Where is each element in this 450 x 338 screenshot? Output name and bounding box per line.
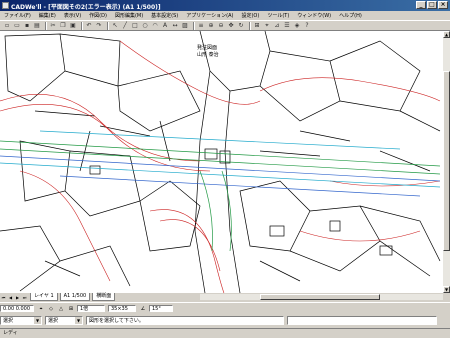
drawing-labels: 発注図面 山形 泰治	[197, 44, 219, 58]
angle-field[interactable]: 15°	[149, 305, 173, 312]
zoom-in-icon[interactable]: ⊕	[207, 22, 215, 30]
toolbar-separator	[193, 21, 195, 30]
next-sheet-icon[interactable]: ▶	[14, 294, 21, 301]
menu-help[interactable]: ヘルプ(H)	[335, 12, 366, 19]
paste-icon[interactable]: ▣	[69, 22, 77, 30]
print-icon[interactable]: ▤	[33, 22, 41, 30]
drawing-svg: 発注図面 山形 泰治	[0, 31, 441, 293]
chevron-down-icon[interactable]: ▼	[34, 317, 41, 324]
toolbar-separator	[249, 21, 251, 30]
menu-view[interactable]: 表示(V)	[60, 12, 85, 19]
sheet-tab-scale[interactable]: A1 1/500	[59, 293, 91, 301]
menu-bar: ファイル(F) 編集(E) 表示(V) 作図(D) 図形編集(M) 基本設定(S…	[0, 11, 450, 20]
save-icon[interactable]: ▪	[23, 22, 31, 30]
chevron-down-icon[interactable]: ▼	[75, 317, 82, 324]
size-field[interactable]: 35×35	[108, 305, 136, 312]
horizontal-scrollbar[interactable]	[200, 294, 443, 300]
copy-icon[interactable]: ❐	[59, 22, 67, 30]
measure-icon[interactable]: ⊿	[273, 22, 281, 30]
drawing-canvas[interactable]: 発注図面 山形 泰治	[0, 31, 443, 293]
prompt-text: 図形を選択して下さい。	[89, 318, 144, 324]
grid-icon[interactable]: ⊞	[253, 22, 261, 30]
prompt-field[interactable]: 図形を選択して下さい。	[86, 316, 284, 325]
title-bar: CADWe'll - [平面図その2(エラー表示) (A1 1/500)] _ …	[0, 0, 450, 11]
sheet-tab-section[interactable]: 横断面	[92, 293, 116, 301]
redraw-icon[interactable]: ↻	[237, 22, 245, 30]
symbol-icon[interactable]: ◈	[293, 22, 301, 30]
vertical-scrollbar[interactable]: ▲ ▼	[443, 31, 450, 293]
scroll-down-icon[interactable]: ▼	[443, 286, 450, 293]
line-icon[interactable]: ╱	[121, 22, 129, 30]
submode-dropdown[interactable]: 選択 ▼	[45, 316, 83, 325]
app-icon	[2, 2, 9, 9]
option-bar: 0.00 0.000 ⌖ ◇ △ ⊞ 1倍 35×35 ∠ 15°	[0, 302, 450, 314]
command-input[interactable]	[287, 316, 437, 325]
canvas-label-1: 発注図面	[197, 44, 217, 51]
status-bar: レディ	[0, 328, 450, 337]
command-bar: 選択 ▼ 選択 ▼ 図形を選択して下さい。	[0, 314, 450, 327]
maximize-button[interactable]: □	[427, 1, 437, 9]
scroll-up-icon[interactable]: ▲	[443, 31, 450, 38]
menu-file[interactable]: ファイル(F)	[0, 12, 35, 19]
prev-sheet-icon[interactable]: ◀	[7, 294, 14, 301]
rect-icon[interactable]: □	[131, 22, 139, 30]
undo-icon[interactable]: ↶	[85, 22, 93, 30]
pan-icon[interactable]: ✥	[227, 22, 235, 30]
snap-icon[interactable]: ⌖	[263, 22, 271, 30]
snap-mid-icon[interactable]: △	[57, 305, 65, 313]
coord-field[interactable]: 0.00 0.000	[0, 305, 34, 312]
toolbar-separator	[45, 21, 47, 30]
close-button[interactable]: ×	[438, 1, 448, 9]
menu-application[interactable]: アプリケーション(A)	[182, 12, 237, 19]
toolbar-separator	[81, 21, 83, 30]
sheet-tab-layer[interactable]: レイヤ 1	[30, 293, 58, 301]
scale-field[interactable]: 1倍	[77, 305, 105, 312]
hatch-icon[interactable]: ▨	[181, 22, 189, 30]
snap-end-icon[interactable]: ◇	[47, 305, 55, 313]
angle-icon[interactable]: ∠	[139, 305, 147, 313]
minimize-button[interactable]: _	[416, 1, 426, 9]
window-title: CADWe'll - [平面図その2(エラー表示) (A1 1/500)]	[11, 4, 161, 11]
circle-icon[interactable]: ○	[141, 22, 149, 30]
submode-value: 選択	[48, 318, 59, 324]
help-icon[interactable]: ?	[303, 22, 311, 30]
dimension-icon[interactable]: ↔	[171, 22, 179, 30]
pointer-icon[interactable]: ↖	[111, 22, 119, 30]
menu-tools[interactable]: ツール(T)	[263, 12, 293, 19]
first-sheet-icon[interactable]: ⏮	[0, 294, 7, 301]
snap-grid-icon[interactable]: ⊞	[67, 305, 75, 313]
open-icon[interactable]: ▭	[13, 22, 21, 30]
mode-value: 選択	[3, 318, 14, 324]
road-contours	[0, 130, 441, 252]
arc-icon[interactable]: ◠	[151, 22, 159, 30]
red-contours	[0, 40, 441, 293]
menu-settings[interactable]: 基本設定(S)	[147, 12, 182, 19]
main-toolbar: ▫ ▭ ▪ ▤ ✂ ❐ ▣ ↶ ↷ ↖ ╱ □ ○ ◠ A ↔ ▨ ≡ ⊕ ⊖ …	[0, 20, 450, 31]
vertical-scroll-thumb[interactable]	[443, 71, 450, 251]
menu-options[interactable]: 設定(O)	[237, 12, 263, 19]
property-icon[interactable]: ☰	[283, 22, 291, 30]
last-sheet-icon[interactable]: ⏭	[21, 294, 28, 301]
zoom-out-icon[interactable]: ⊖	[217, 22, 225, 30]
text-icon[interactable]: A	[161, 22, 169, 30]
menu-edit[interactable]: 編集(E)	[35, 12, 60, 19]
status-text: レディ	[3, 330, 18, 336]
new-icon[interactable]: ▫	[3, 22, 11, 30]
redo-icon[interactable]: ↷	[95, 22, 103, 30]
horizontal-scroll-thumb[interactable]	[260, 294, 380, 300]
layer-icon[interactable]: ≡	[197, 22, 205, 30]
mode-dropdown[interactable]: 選択 ▼	[0, 316, 42, 325]
window-controls: _ □ ×	[416, 1, 448, 9]
canvas-label-2: 山形 泰治	[197, 51, 219, 58]
snap-point-icon[interactable]: ⌖	[37, 305, 45, 313]
toolbar-separator	[107, 21, 109, 30]
cut-icon[interactable]: ✂	[49, 22, 57, 30]
menu-modify[interactable]: 図形編集(M)	[111, 12, 147, 19]
menu-draw[interactable]: 作図(D)	[85, 12, 111, 19]
menu-window[interactable]: ウィンドウ(W)	[293, 12, 335, 19]
